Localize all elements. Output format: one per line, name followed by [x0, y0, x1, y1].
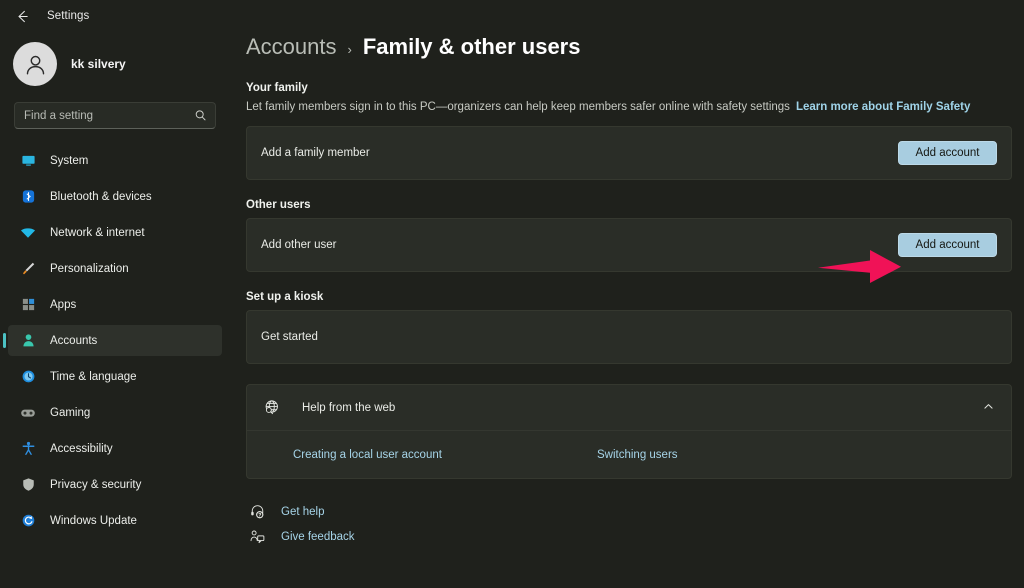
monitor-icon	[20, 153, 36, 169]
window-title: Settings	[47, 10, 89, 22]
sidebar-item-apps[interactable]: Apps	[8, 289, 222, 320]
help-from-web-header[interactable]: Help from the web	[247, 385, 1011, 431]
add-other-user-account-button[interactable]: Add account	[898, 233, 997, 257]
sidebar-item-accessibility[interactable]: Accessibility	[8, 433, 222, 464]
sidebar-item-windows-update[interactable]: Windows Update	[8, 505, 222, 536]
your-family-description: Let family members sign in to this PC—or…	[246, 101, 1012, 113]
sidebar-item-label: System	[50, 155, 88, 167]
sidebar-item-time-language[interactable]: Time & language	[8, 361, 222, 392]
help-from-web-card: Help from the web Creating a local user …	[246, 384, 1012, 479]
settings-window: Settings kk silvery	[0, 0, 1024, 588]
gamepad-icon	[20, 405, 36, 421]
sidebar-item-label: Bluetooth & devices	[50, 191, 152, 203]
footer-links: Get help Give feedback	[246, 499, 1012, 549]
sidebar-item-privacy-security[interactable]: Privacy & security	[8, 469, 222, 500]
help-from-web-links: Creating a local user account Switching …	[247, 431, 1011, 478]
person-icon	[20, 333, 36, 349]
add-family-member-label: Add a family member	[261, 147, 370, 159]
kiosk-card[interactable]: Get started	[246, 310, 1012, 364]
update-icon	[20, 513, 36, 529]
sidebar-item-system[interactable]: System	[8, 145, 222, 176]
get-help-row[interactable]: Get help	[246, 499, 1012, 524]
back-button[interactable]	[11, 5, 33, 27]
main-content: Accounts › Family & other users Your fam…	[230, 0, 1024, 588]
breadcrumb-parent[interactable]: Accounts	[246, 34, 337, 60]
add-family-account-button[interactable]: Add account	[898, 141, 997, 165]
wifi-icon	[20, 225, 36, 241]
feedback-icon	[249, 529, 265, 545]
your-family-heading: Your family	[246, 82, 1012, 94]
sidebar-item-label: Time & language	[50, 371, 137, 383]
clock-icon	[20, 369, 36, 385]
your-family-description-text: Let family members sign in to this PC—or…	[246, 101, 790, 113]
add-other-user-card: Add other user Add account	[246, 218, 1012, 272]
sidebar-item-label: Gaming	[50, 407, 90, 419]
help-link-creating-local-user-account[interactable]: Creating a local user account	[293, 449, 597, 461]
sidebar-item-label: Accounts	[50, 335, 97, 347]
get-help-link[interactable]: Get help	[281, 506, 324, 518]
sidebar-item-label: Windows Update	[50, 515, 137, 527]
account-name: kk silvery	[71, 57, 126, 71]
avatar	[13, 42, 57, 86]
kiosk-heading: Set up a kiosk	[246, 291, 1012, 303]
apps-icon	[20, 297, 36, 313]
page-title: Family & other users	[363, 34, 581, 60]
shield-icon	[20, 477, 36, 493]
help-from-web-title: Help from the web	[302, 402, 982, 414]
sidebar-item-personalization[interactable]: Personalization	[8, 253, 222, 284]
sidebar-item-label: Personalization	[50, 263, 129, 275]
search-input[interactable]	[15, 103, 215, 128]
add-other-user-label: Add other user	[261, 239, 336, 251]
other-users-heading: Other users	[246, 199, 1012, 211]
sidebar-item-network-internet[interactable]: Network & internet	[8, 217, 222, 248]
sidebar-item-label: Privacy & security	[50, 479, 141, 491]
breadcrumb-separator-icon: ›	[348, 42, 352, 57]
help-headset-icon	[249, 504, 265, 520]
sidebar-item-bluetooth-devices[interactable]: Bluetooth & devices	[8, 181, 222, 212]
search-box[interactable]	[14, 102, 216, 129]
add-family-member-card: Add a family member Add account	[246, 126, 1012, 180]
sidebar-item-label: Apps	[50, 299, 76, 311]
account-tile[interactable]: kk silvery	[0, 32, 230, 96]
sidebar: kk silvery System	[0, 0, 230, 588]
titlebar: Settings	[0, 0, 1024, 32]
sidebar-item-gaming[interactable]: Gaming	[8, 397, 222, 428]
breadcrumb: Accounts › Family & other users	[246, 34, 1012, 60]
sidebar-item-label: Accessibility	[50, 443, 113, 455]
sidebar-item-accounts[interactable]: Accounts	[8, 325, 222, 356]
globe-icon	[263, 399, 280, 416]
accessibility-icon	[20, 441, 36, 457]
give-feedback-link[interactable]: Give feedback	[281, 531, 355, 543]
help-link-switching-users[interactable]: Switching users	[597, 449, 678, 461]
kiosk-get-started-label: Get started	[261, 331, 318, 343]
search-icon	[194, 109, 207, 127]
learn-more-family-safety-link[interactable]: Learn more about Family Safety	[796, 101, 970, 113]
sidebar-item-label: Network & internet	[50, 227, 145, 239]
paintbrush-icon	[20, 261, 36, 277]
search-container	[0, 96, 230, 129]
sidebar-nav: System Bluetooth & devices Network & int…	[0, 145, 230, 536]
bluetooth-icon	[20, 189, 36, 205]
give-feedback-row[interactable]: Give feedback	[246, 524, 1012, 549]
chevron-up-icon[interactable]	[982, 400, 995, 416]
